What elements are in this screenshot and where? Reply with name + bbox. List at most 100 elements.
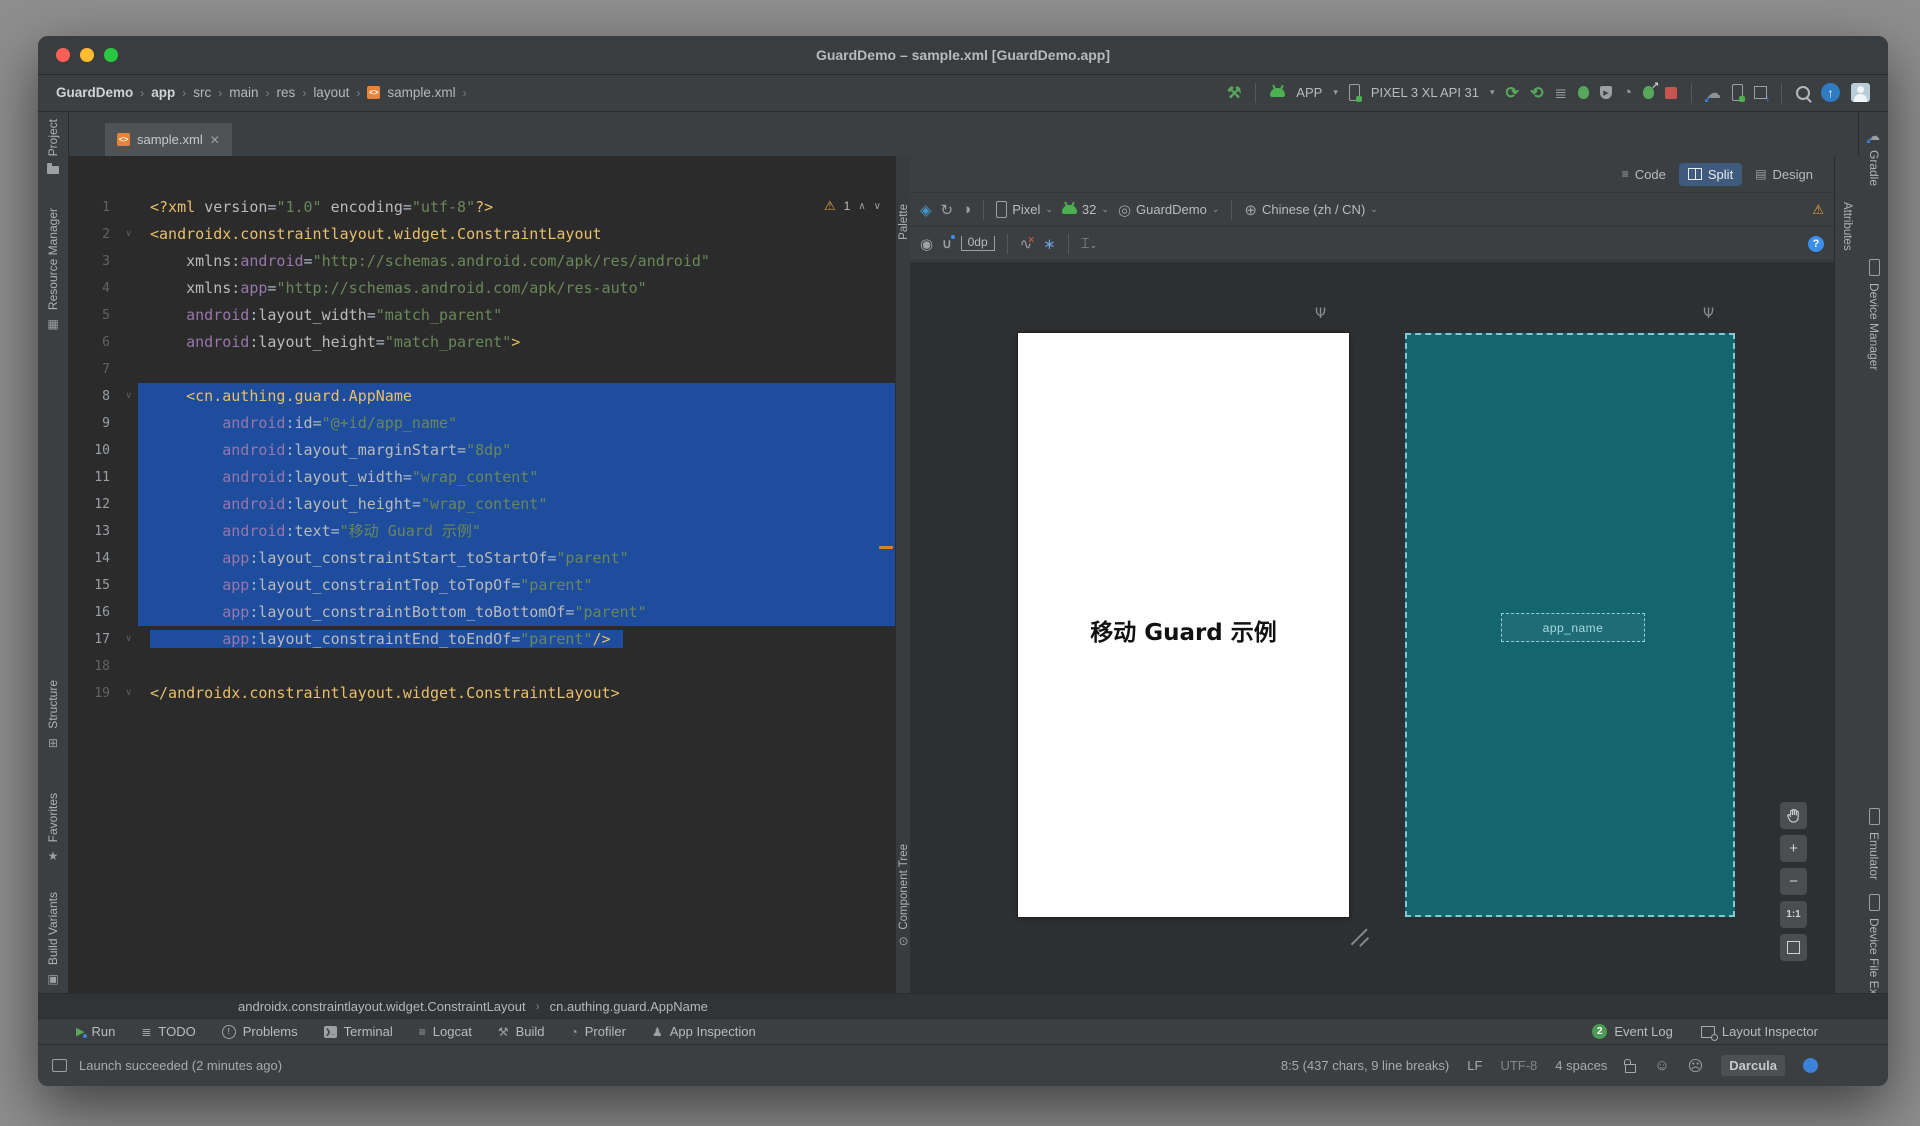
code-line[interactable]: 9 android:id="@+id/app_name" [68, 410, 895, 437]
sidebar-item-structure[interactable]: Structure⊞ [38, 680, 68, 750]
design-preview-phone[interactable]: 移动 Guard 示例 [1018, 333, 1349, 917]
code-line[interactable]: 16 app:layout_constraintBottom_toBottomO… [68, 599, 895, 626]
api-version-select[interactable]: 32 ⌄ [1062, 202, 1109, 217]
xml-breadcrumb-item[interactable]: cn.authing.guard.AppName [550, 999, 708, 1014]
toolwindow-terminal-button[interactable]: ❯_Terminal [324, 1024, 393, 1039]
run-config-select[interactable]: APP [1296, 85, 1322, 100]
render-warning-icon[interactable]: ⚠ [1812, 202, 1824, 218]
code-line[interactable]: 6 android:layout_height="match_parent"> [68, 329, 895, 356]
gradle-sync-icon[interactable]: ☁ [1706, 84, 1721, 102]
layout-inspector-button[interactable]: Layout Inspector [1701, 1024, 1818, 1039]
sad-face-icon[interactable]: ☹ [1688, 1057, 1704, 1075]
lock-icon[interactable] [1625, 1064, 1636, 1073]
blueprint-widget-app-name[interactable]: app_name [1501, 613, 1645, 642]
code-line[interactable]: 18 [68, 653, 895, 680]
breadcrumb-item-main[interactable]: main [229, 85, 258, 100]
design-surface-icon[interactable]: ◈ [920, 201, 932, 219]
infer-constraints-icon[interactable]: ∗ [1043, 235, 1056, 253]
indent-setting[interactable]: 4 spaces [1555, 1058, 1607, 1073]
pack-align-icon[interactable]: ⌶⌄ [1081, 235, 1098, 252]
zoom-actual-button[interactable]: 1:1 [1780, 901, 1807, 928]
attach-debugger-icon[interactable]: ▶ [1600, 86, 1612, 99]
fold-marker[interactable]: ∨ [126, 383, 131, 410]
code-line[interactable]: 17∨ app:layout_constraintEnd_toEndOf="pa… [68, 626, 895, 653]
chevron-down-icon[interactable]: ▾ [1490, 87, 1495, 98]
code-editor[interactable]: ⚠ 1 ∧ ∨ 1<?xml version="1.0" encoding="u… [68, 156, 895, 993]
device-for-preview-select[interactable]: Pixel ⌄ [996, 201, 1053, 218]
breadcrumb-item-sample-xml[interactable]: sample.xml [387, 85, 455, 100]
resize-handle[interactable] [1347, 924, 1371, 948]
update-icon[interactable]: ↑ [1821, 83, 1840, 102]
stop-icon[interactable] [1665, 87, 1677, 99]
breadcrumb-item-app[interactable]: app [151, 85, 175, 100]
event-log-button[interactable]: 2 Event Log [1592, 1024, 1673, 1039]
sidebar-item-favorites[interactable]: Favorites★ [38, 793, 68, 863]
fold-marker[interactable]: ∨ [126, 680, 131, 707]
build-hammer-icon[interactable]: ⚒ [1227, 83, 1241, 103]
accessibility-indicator-icon[interactable] [1803, 1058, 1818, 1073]
code-line[interactable]: 5 android:layout_width="match_parent" [68, 302, 895, 329]
view-mode-design[interactable]: ▤ Design [1746, 163, 1822, 186]
blueprint-preview-phone[interactable]: app_name [1405, 333, 1735, 917]
apply-code-changes-icon[interactable]: ⟲ [1530, 83, 1543, 103]
night-mode-icon[interactable]: ◑ [962, 201, 971, 218]
code-line[interactable]: 4 xmlns:app="http://schemas.android.com/… [68, 275, 895, 302]
pan-hand-button[interactable] [1780, 802, 1807, 829]
orientation-icon[interactable]: ↻ [941, 201, 954, 219]
sidebar-item-project[interactable]: Project [38, 119, 68, 174]
default-margins-select[interactable]: 0dp [961, 236, 995, 251]
chevron-down-icon[interactable]: ▾ [1333, 87, 1338, 98]
code-line[interactable]: 8∨ <cn.authing.guard.AppName [68, 383, 895, 410]
device-manager-icon[interactable] [1732, 84, 1743, 101]
run-icon[interactable]: ⟳ [1506, 83, 1519, 103]
xml-breadcrumb-item[interactable]: androidx.constraintlayout.widget.Constra… [238, 999, 526, 1014]
breadcrumb-item-layout[interactable]: layout [313, 85, 349, 100]
fold-marker[interactable]: ∨ [126, 626, 131, 653]
toolwindow-problems-button[interactable]: !Problems [222, 1024, 298, 1039]
toolwindow-app-inspection-button[interactable]: ♟App Inspection [652, 1024, 756, 1039]
toolwindow-profiler-button[interactable]: ◔Profiler [571, 1024, 626, 1039]
close-icon[interactable]: ✕ [210, 133, 220, 147]
sidebar-item-build-variants[interactable]: Build Variants▣ [38, 892, 68, 986]
sidebar-item-device-manager[interactable]: Device Manager [1859, 259, 1888, 370]
sidebar-item-resource-manager[interactable]: Resource Manager▦ [38, 208, 68, 331]
file-encoding[interactable]: UTF-8 [1500, 1058, 1537, 1073]
code-line[interactable]: 14 app:layout_constraintStart_toStartOf=… [68, 545, 895, 572]
zoom-in-button[interactable]: + [1780, 835, 1807, 862]
fold-marker[interactable]: ∨ [126, 221, 131, 248]
breadcrumb-item-guarddemo[interactable]: GuardDemo [56, 85, 133, 100]
code-line[interactable]: 12 android:layout_height="wrap_content" [68, 491, 895, 518]
toolwindow-toggle-icon[interactable] [52, 1059, 67, 1072]
device-select[interactable]: PIXEL 3 XL API 31 [1371, 85, 1479, 100]
toolwindow-todo-button[interactable]: ≣TODO [141, 1024, 195, 1039]
sdk-manager-icon[interactable] [1754, 86, 1767, 99]
preview-app-text[interactable]: 移动 Guard 示例 [1018, 613, 1349, 647]
toolwindow-run-button[interactable]: ▶Run [76, 1024, 115, 1039]
warning-stripe-mark[interactable] [879, 546, 893, 549]
caret-position[interactable]: 8:5 (437 chars, 9 line breaks) [1281, 1058, 1449, 1073]
code-line[interactable]: 13 android:text="移动 Guard 示例" [68, 518, 895, 545]
avatar[interactable] [1851, 83, 1870, 102]
attach-debugger-to-process-icon[interactable] [1643, 86, 1654, 99]
theme-select[interactable]: ◎ GuardDemo ⌄ [1118, 201, 1219, 219]
component-tree-tab[interactable]: Component Tree ⊙ [896, 844, 911, 948]
sidebar-item-gradle[interactable]: ☁Gradle [1859, 129, 1888, 186]
theme-indicator[interactable]: Darcula [1721, 1055, 1785, 1076]
code-line[interactable]: 1<?xml version="1.0" encoding="utf-8"?> [68, 194, 895, 221]
code-line[interactable]: 11 android:layout_width="wrap_content" [68, 464, 895, 491]
attributes-tab[interactable]: Attributes [1835, 202, 1859, 251]
run-configurations-icon[interactable]: ≣ [1554, 84, 1567, 102]
sidebar-item-emulator[interactable]: Emulator [1859, 808, 1888, 880]
code-line[interactable]: 3 xmlns:android="http://schemas.android.… [68, 248, 895, 275]
breadcrumb-item-res[interactable]: res [277, 85, 296, 100]
view-mode-code[interactable]: ≡ Code [1613, 163, 1675, 186]
search-icon[interactable] [1796, 86, 1810, 100]
happy-face-icon[interactable]: ☺ [1654, 1057, 1669, 1074]
line-separator[interactable]: LF [1467, 1058, 1482, 1073]
code-line[interactable]: 2∨<androidx.constraintlayout.widget.Cons… [68, 221, 895, 248]
debug-icon[interactable] [1578, 86, 1589, 99]
zoom-out-button[interactable]: − [1780, 868, 1807, 895]
locale-select[interactable]: ⊕ Chinese (zh / CN) ⌄ [1244, 201, 1377, 219]
view-mode-split[interactable]: Split [1679, 163, 1742, 186]
toolwindow-logcat-button[interactable]: ≡Logcat [419, 1024, 472, 1039]
